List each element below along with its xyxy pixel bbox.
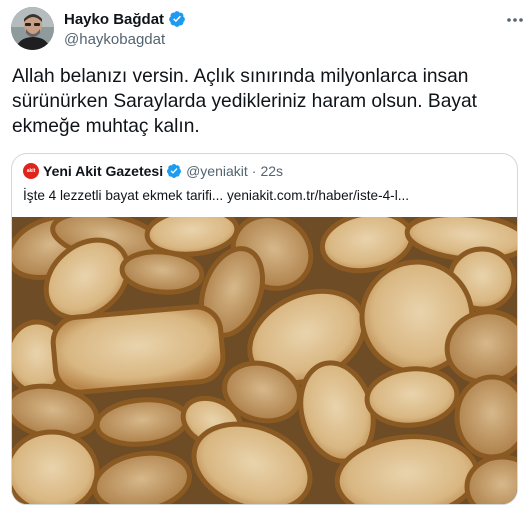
bread-slices-photo xyxy=(12,217,517,504)
quoted-author-name[interactable]: Yeni Akit Gazetesi xyxy=(43,163,163,179)
avatar-photo xyxy=(11,7,54,50)
quoted-author-handle[interactable]: @yeniakit xyxy=(186,163,248,179)
verified-badge-icon xyxy=(167,164,182,178)
tweet: Hayko Bağdat @haykobagdat Allah belanızı… xyxy=(0,0,531,514)
quoted-tweet-card[interactable]: akit Yeni Akit Gazetesi @yeniakit · 22s … xyxy=(11,153,518,505)
tweet-text: Allah belanızı versin. Açlık sınırında m… xyxy=(12,66,477,137)
akit-logo-icon[interactable]: akit xyxy=(23,163,39,179)
quoted-media-image[interactable] xyxy=(12,217,517,504)
author-name[interactable]: Hayko Bağdat xyxy=(64,11,164,28)
more-options-icon[interactable] xyxy=(505,12,525,28)
quoted-header: akit Yeni Akit Gazetesi @yeniakit · 22s xyxy=(23,163,283,179)
author-block: Hayko Bağdat @haykobagdat xyxy=(64,9,186,48)
quoted-timestamp[interactable]: 22s xyxy=(260,163,283,179)
author-name-row: Hayko Bağdat xyxy=(64,9,186,29)
separator-dot: · xyxy=(251,163,257,179)
author-avatar[interactable] xyxy=(11,7,54,50)
author-handle[interactable]: @haykobagdat xyxy=(64,31,186,48)
akit-logo-text: akit xyxy=(26,168,36,174)
verified-badge-icon xyxy=(169,11,185,27)
quoted-text: İşte 4 lezzetli bayat ekmek tarifi... ye… xyxy=(23,188,410,203)
